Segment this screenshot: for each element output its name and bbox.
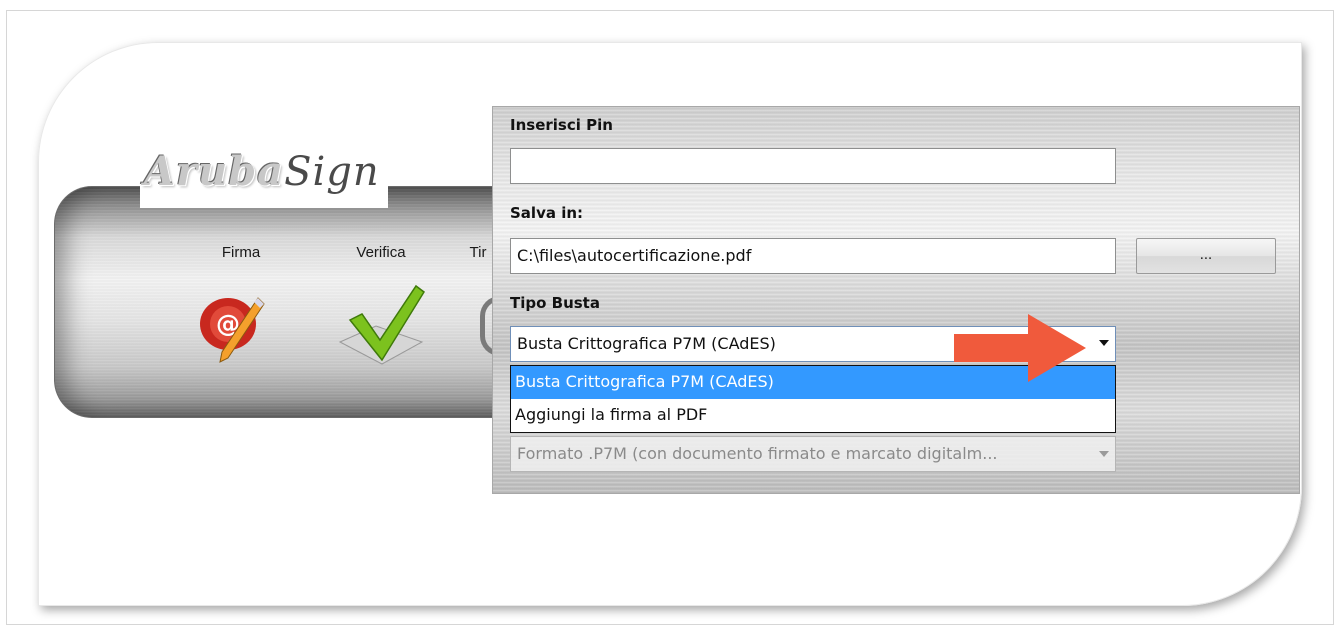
envelope-selected-value: Busta Crittografica P7M (CAdES) (517, 334, 776, 353)
envelope-type-label: Tipo Busta (510, 294, 600, 312)
wax-seal-pen-icon[interactable]: @ (198, 286, 270, 366)
pin-label: Inserisci Pin (510, 116, 613, 134)
signing-options-panel: Inserisci Pin Salva in: C:\files\autocer… (492, 106, 1300, 494)
format-selected-value: Formato .P7M (con documento firmato e ma… (517, 444, 998, 463)
arubasign-logo: ArubaSign (140, 148, 388, 208)
toolbar-item-firma[interactable]: Firma (196, 244, 286, 266)
save-path-input[interactable]: C:\files\autocertificazione.pdf (510, 238, 1116, 274)
pin-input[interactable] (510, 148, 1116, 184)
logo-text: Aruba (144, 148, 285, 195)
browse-button[interactable]: ... (1136, 238, 1276, 274)
red-arrow-annotation (954, 314, 1086, 382)
envelope-option-pdf[interactable]: Aggiungi la firma al PDF (511, 399, 1115, 432)
format-select: Formato .P7M (con documento firmato e ma… (510, 436, 1116, 472)
main-toolbar (54, 186, 514, 418)
toolbar-item-label: Verifica (356, 244, 406, 261)
toolbar-item-verifica[interactable]: Verifica (336, 244, 426, 266)
toolbar-item-label: Firma (221, 244, 261, 261)
chevron-down-icon (1099, 451, 1109, 457)
green-checkmark-icon[interactable] (336, 280, 426, 370)
logo-sign: Sign (284, 149, 380, 195)
save-location-label: Salva in: (510, 204, 584, 222)
chevron-down-icon[interactable] (1099, 340, 1109, 346)
